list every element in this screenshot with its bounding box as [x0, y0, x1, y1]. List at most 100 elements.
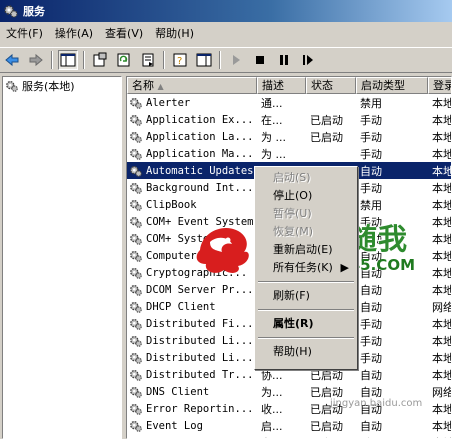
service-name-cell: Fast User Swit...: [127, 436, 257, 438]
service-logon: 本地: [432, 249, 452, 263]
service-status: 已启动: [310, 113, 343, 127]
gear-icon: [130, 284, 142, 296]
gear-icon: [130, 352, 142, 364]
column-header-name[interactable]: 名称 ▲: [127, 77, 257, 94]
service-name: Application La...: [146, 130, 254, 143]
menu-item-start[interactable]: 启动(S): [257, 169, 355, 187]
properties-icon[interactable]: [90, 50, 110, 70]
service-startup-type: 禁用: [360, 96, 382, 110]
back-arrow-icon[interactable]: [2, 50, 22, 70]
service-name-cell: Background Int...: [127, 181, 257, 195]
play-icon[interactable]: [226, 50, 246, 70]
menu-item-all-tasks-label: 所有任务(K): [273, 261, 333, 274]
table-row[interactable]: Fast User Swit...为...已启动手动本地: [127, 434, 451, 439]
gear-icon: [130, 369, 142, 381]
service-description: 为 ...: [261, 130, 286, 144]
service-logon: 本地: [432, 232, 452, 246]
table-row[interactable]: Application La... 为 ... 已启动 手动 本地: [127, 128, 451, 145]
service-startup-type: 手动: [360, 130, 382, 144]
gear-icon: [130, 131, 142, 143]
service-startup-type: 手动: [356, 435, 428, 439]
toolbar-separator: [83, 51, 85, 69]
menu-item-pause[interactable]: 暂停(U): [257, 205, 355, 223]
service-name-cell: DHCP Client: [127, 300, 257, 314]
restart-icon[interactable]: [298, 50, 318, 70]
service-logon: 本地: [432, 368, 452, 382]
service-logon: 本地: [428, 435, 451, 439]
column-header-startup-type[interactable]: 启动类型: [356, 77, 428, 94]
corner-watermark: jingyan.baidu.com: [330, 398, 423, 409]
menu-item-restart[interactable]: 重新启动(E): [257, 241, 355, 259]
table-row[interactable]: Event Log 启... 已启动 自动 本地: [127, 417, 451, 434]
table-row[interactable]: Application Ex... 在... 已启动 手动 本地: [127, 111, 451, 128]
service-name: DCOM Server Pr...: [146, 283, 254, 296]
gear-icon: [130, 335, 142, 347]
service-name-cell: Application Ma...: [127, 147, 257, 161]
service-name-cell: Distributed Li...: [127, 351, 257, 365]
service-name: Distributed Li...: [146, 351, 254, 364]
column-header-status[interactable]: 状态: [306, 77, 356, 94]
stop-icon[interactable]: [250, 50, 270, 70]
service-startup-type: 手动: [360, 351, 382, 365]
show-action-pane-icon[interactable]: [194, 50, 214, 70]
service-logon: 网络: [432, 385, 452, 399]
table-row[interactable]: Application Ma... 为 ... 手动 本地: [127, 145, 451, 162]
show-tree-icon[interactable]: [58, 50, 78, 70]
service-logon: 本地: [432, 317, 452, 331]
menu-action[interactable]: 操作(A): [49, 25, 99, 43]
service-name: DHCP Client: [146, 300, 216, 313]
gear-icon: [130, 148, 142, 160]
service-description: 在...: [261, 113, 283, 127]
service-name: Automatic Updates: [146, 164, 254, 177]
context-menu: 启动(S) 停止(O) 暂停(U) 恢复(M) 重新启动(E) 所有任务(K) …: [254, 166, 358, 370]
menu-bar: 文件(F) 操作(A) 查看(V) 帮助(H): [0, 24, 452, 44]
tree-pane: 服务(本地): [2, 76, 122, 439]
service-status: 已启动: [310, 419, 343, 433]
toolbar-separator: [51, 51, 53, 69]
toolbar: ?: [0, 47, 452, 73]
gear-icon: [132, 437, 137, 438]
service-logon: 本地: [432, 96, 452, 110]
menu-item-refresh[interactable]: 刷新(F): [257, 287, 355, 305]
service-logon: 本地: [432, 334, 452, 348]
menu-item-stop[interactable]: 停止(O): [257, 187, 355, 205]
gear-icon: [130, 216, 142, 228]
toolbar-separator: [219, 51, 221, 69]
column-header-logon[interactable]: 登录: [428, 77, 451, 94]
gear-icon: [130, 267, 142, 279]
service-description: 为 ...: [261, 147, 286, 161]
menu-file[interactable]: 文件(F): [0, 25, 49, 43]
help-icon[interactable]: ?: [170, 50, 190, 70]
service-name-cell: Automatic Updates: [127, 164, 257, 178]
column-header-description[interactable]: 描述: [257, 77, 306, 94]
service-name-cell: Application Ex...: [127, 113, 257, 127]
menu-item-properties[interactable]: 属性(R): [257, 315, 355, 333]
service-name: Alerter: [146, 96, 191, 109]
table-row[interactable]: Alerter 通... 禁用 本地: [127, 94, 451, 111]
service-startup-type: 手动: [360, 181, 382, 195]
gear-icon: [130, 250, 142, 262]
sort-arrow-icon: ▲: [157, 82, 164, 91]
svg-text:?: ?: [177, 56, 182, 67]
tree-node-services-local[interactable]: 服务(本地): [3, 77, 121, 95]
service-logon: 本地: [432, 215, 452, 229]
menu-view[interactable]: 查看(V): [99, 25, 149, 43]
refresh-icon[interactable]: [114, 50, 134, 70]
menu-item-resume[interactable]: 恢复(M): [257, 223, 355, 241]
menu-separator: [258, 337, 354, 339]
service-name: Application Ex...: [146, 113, 254, 126]
service-logon: 本地: [432, 147, 452, 161]
pause-icon[interactable]: [274, 50, 294, 70]
menu-help[interactable]: 帮助(H): [149, 25, 200, 43]
gear-icon: [130, 420, 142, 432]
dragon-logo-icon: [196, 228, 249, 273]
export-list-icon[interactable]: [138, 50, 158, 70]
menu-item-all-tasks[interactable]: 所有任务(K) ▶: [257, 259, 355, 277]
toolbar-separator: [163, 51, 165, 69]
service-name: Error Reportin...: [146, 402, 254, 415]
menu-item-help[interactable]: 帮助(H): [257, 343, 355, 361]
service-name: Distributed Fi...: [146, 317, 254, 330]
gear-icon: [130, 301, 142, 313]
forward-arrow-icon[interactable]: [26, 50, 46, 70]
service-logon: 本地: [432, 198, 452, 212]
